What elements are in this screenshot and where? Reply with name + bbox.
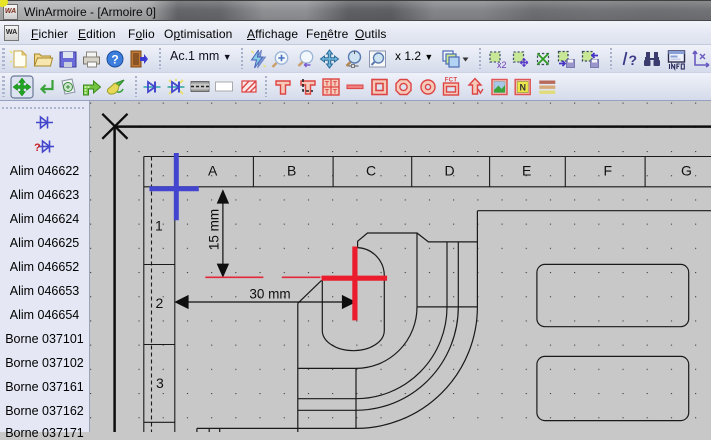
svg-text:?: ?: [34, 142, 41, 154]
svg-text:?: ?: [629, 52, 638, 68]
svg-text:1: 1: [155, 218, 163, 234]
svg-text:F: F: [604, 163, 613, 179]
svg-text:?: ?: [111, 53, 118, 67]
svg-text:T: T: [325, 89, 329, 96]
svg-text:3: 3: [156, 375, 164, 391]
svg-text:G: G: [681, 163, 692, 179]
svg-text:15 mm: 15 mm: [207, 209, 222, 250]
svg-text:A: A: [208, 163, 218, 179]
svg-text:B: B: [287, 163, 296, 179]
svg-text:30 mm: 30 mm: [249, 287, 290, 302]
svg-text:D: D: [445, 163, 455, 179]
svg-text:T: T: [333, 89, 337, 96]
svg-text:2: 2: [156, 295, 164, 311]
svg-text:E: E: [522, 163, 531, 179]
svg-text:C: C: [366, 163, 376, 179]
svg-text:x2: x2: [497, 60, 507, 70]
svg-text:N: N: [519, 83, 526, 93]
svg-text:T: T: [325, 81, 329, 88]
svg-text:T: T: [333, 81, 337, 88]
